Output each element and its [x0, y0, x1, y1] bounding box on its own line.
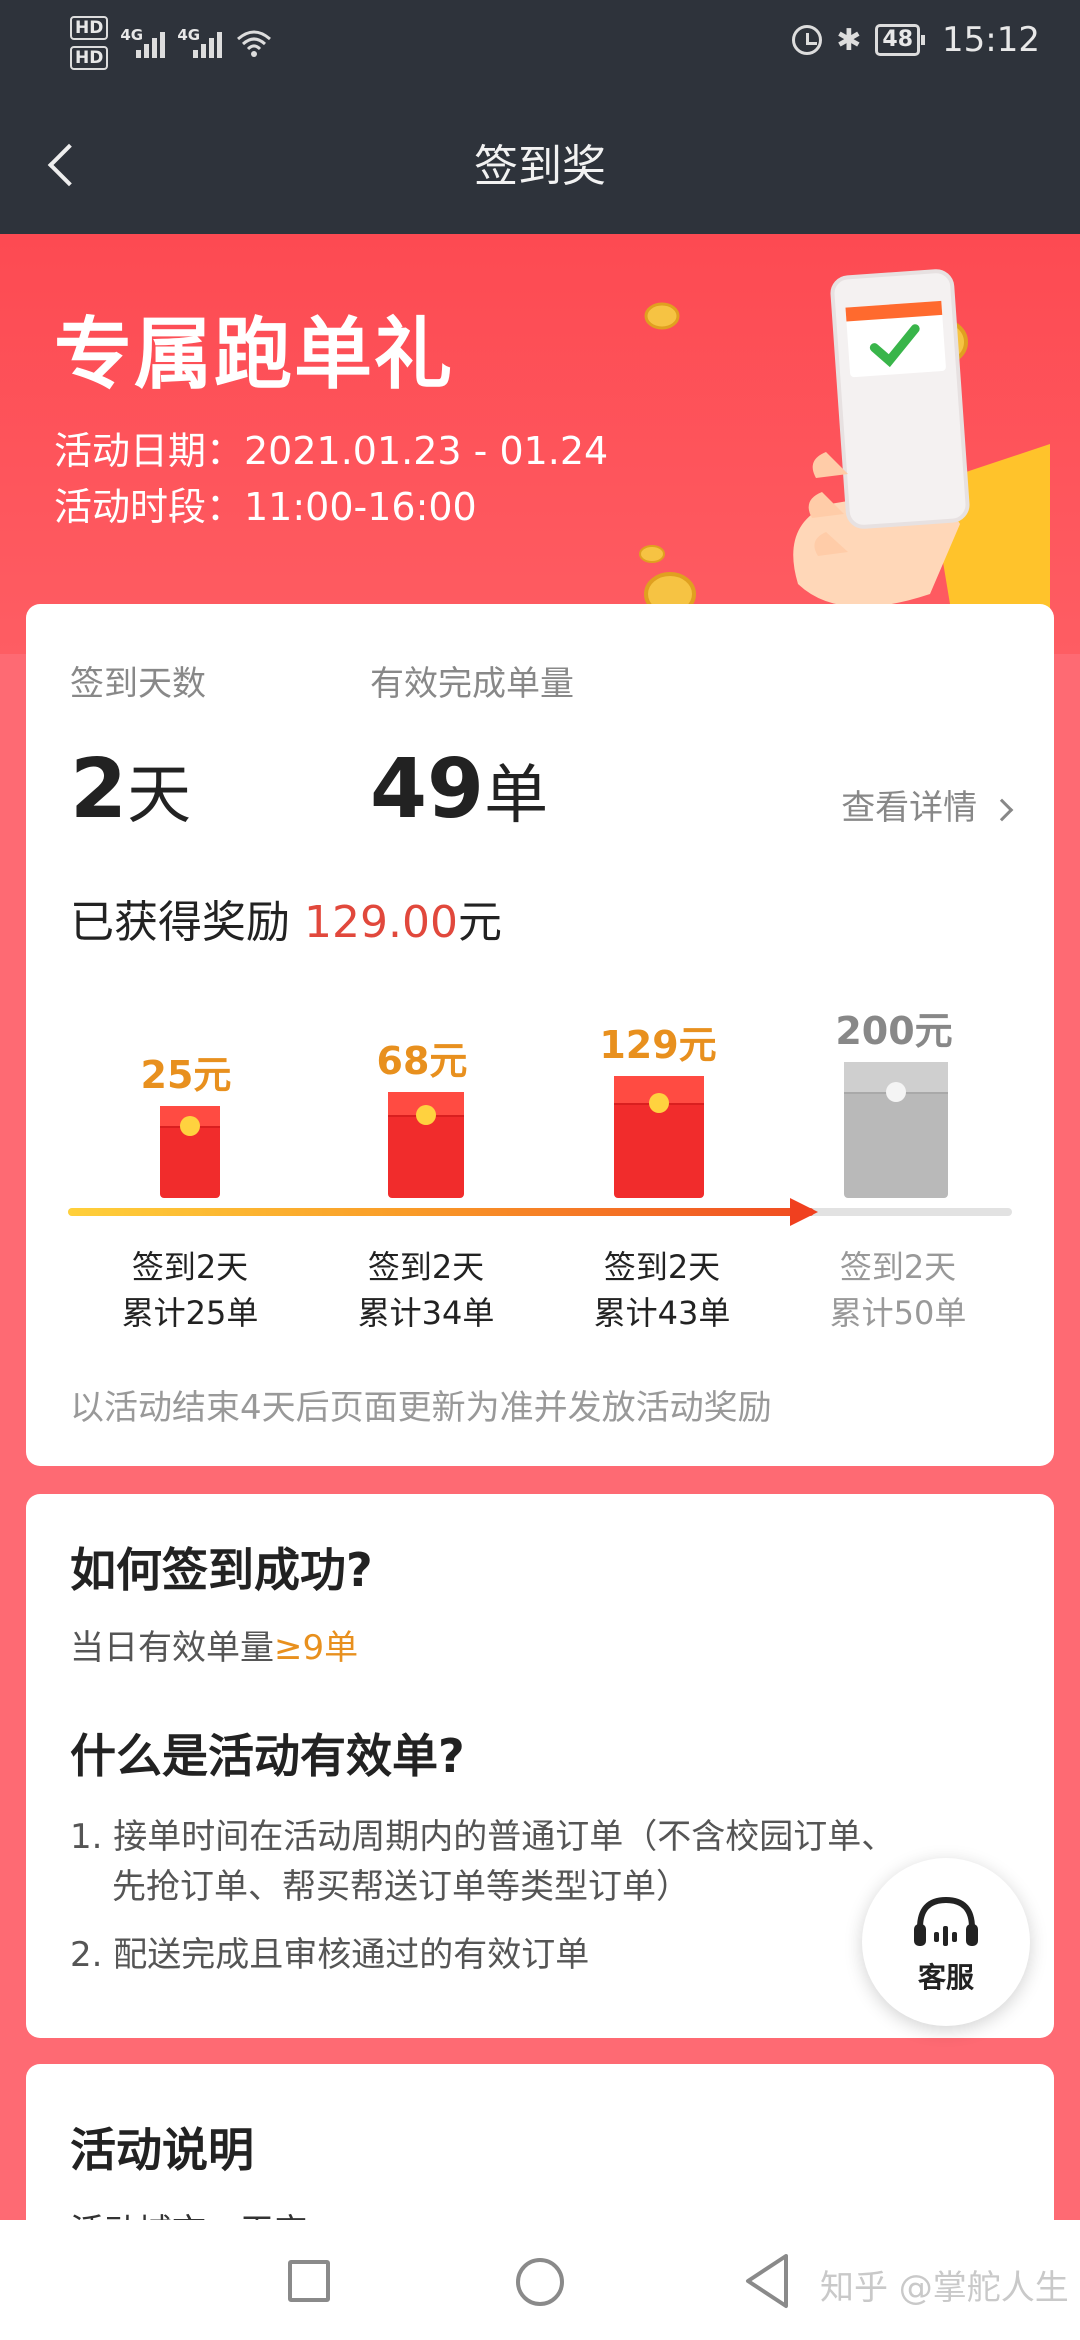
earned-reward-amount: 129.00: [304, 897, 458, 948]
tier-2-orders: 累计34单: [357, 1294, 495, 1332]
tier-1-red-packet-icon: [160, 1106, 220, 1198]
view-details-link[interactable]: 查看详情: [841, 780, 1014, 829]
clock-time: 15:12: [942, 20, 1040, 60]
hd-voice-indicator-1: HD: [70, 16, 109, 40]
activity-description-title: 活动说明: [70, 2123, 254, 2177]
tier-3-orders: 累计43单: [593, 1294, 731, 1332]
battery-indicator: 48: [875, 24, 925, 56]
checkin-days-value: 2天: [70, 742, 191, 837]
valid-orders-number: 49: [370, 742, 485, 837]
reward-progress-fill: [68, 1208, 814, 1216]
network-type-label-2: 4G: [177, 26, 201, 44]
reward-update-note: 以活动结束4天后页面更新为准并发放活动奖励: [70, 1388, 772, 1428]
valid-order-rule-1-line-1: 1. 接单时间在活动周期内的普通订单（不含校园订单、: [70, 1817, 896, 1857]
chevron-right-icon: [990, 798, 1014, 821]
howto-text-prefix: 当日有效单量: [70, 1628, 274, 1668]
tier-2-amount: 68元: [376, 1039, 468, 1083]
tier-4-condition: 签到2天 累计50单: [778, 1244, 1018, 1336]
tier-2-red-packet-icon: [388, 1092, 464, 1198]
tier-4-red-packet-icon: [844, 1062, 948, 1198]
checkin-days-unit: 天: [127, 759, 192, 833]
network-type-label: 4G: [120, 26, 144, 44]
valid-order-rule-2: 2. 配送完成且审核通过的有效订单: [70, 1935, 590, 1975]
howto-threshold: ≥9单: [274, 1628, 359, 1668]
system-navigation-bar: 知乎 @掌舵人生: [0, 2220, 1080, 2340]
tier-4-orders: 累计50单: [829, 1294, 967, 1332]
valid-orders-label: 有效完成单量: [370, 664, 574, 704]
customer-service-label: 客服: [917, 1961, 974, 1994]
earned-reward-unit: 元: [457, 897, 502, 948]
promo-banner: 专属跑单礼 活动日期：2021.01.23 - 01.24 活动时段：11:00…: [0, 234, 1080, 654]
activity-date: 活动日期：2021.01.23 - 01.24: [54, 429, 609, 473]
tier-2-checkin: 签到2天: [367, 1248, 485, 1286]
tier-3-checkin: 签到2天: [603, 1248, 721, 1286]
tier-2-condition: 签到2天 累计34单: [306, 1244, 546, 1336]
tier-3-red-packet-icon: [614, 1076, 704, 1198]
valid-order-rule-1: 1. 接单时间在活动周期内的普通订单（不含校园订单、 先抢订单、帮买帮送订单等类…: [70, 1812, 970, 1912]
wifi-icon: [237, 30, 272, 57]
tier-1-checkin: 签到2天: [131, 1248, 249, 1286]
progress-arrow-icon: [789, 1198, 818, 1226]
home-icon[interactable]: [516, 2258, 564, 2306]
alarm-icon: [792, 25, 823, 55]
signal-strength-icon-2: 4G: [177, 26, 223, 58]
earned-reward: 已获得奖励 129.00元: [70, 886, 502, 950]
bluetooth-icon: ✱: [836, 22, 862, 58]
customer-service-button[interactable]: 客服: [862, 1858, 1030, 2026]
howto-text: 当日有效单量≥9单: [70, 1620, 358, 1669]
valid-orders-value: 49单: [370, 742, 548, 837]
valid-orders-unit: 单: [484, 759, 549, 833]
tier-4-checkin: 签到2天: [839, 1248, 957, 1286]
view-details-label: 查看详情: [841, 788, 978, 828]
tier-4-amount: 200元: [835, 1009, 953, 1053]
tier-1-orders: 累计25单: [121, 1294, 259, 1332]
navigation-bar: 签到奖: [0, 92, 1080, 234]
page-title: 签到奖: [474, 141, 606, 192]
reward-progress-track: [68, 1198, 1012, 1226]
tier-1-amount: 25元: [140, 1053, 232, 1097]
headset-icon: [914, 1896, 978, 1946]
howto-title: 如何签到成功?: [70, 1543, 373, 1597]
tier-3-condition: 签到2天 累计43单: [542, 1244, 782, 1336]
earned-reward-prefix: 已获得奖励: [70, 897, 290, 948]
promo-title: 专属跑单礼: [54, 310, 455, 400]
tier-1-condition: 签到2天 累计25单: [70, 1244, 310, 1336]
checkin-days-label: 签到天数: [70, 664, 206, 704]
valid-order-title: 什么是活动有效单?: [70, 1729, 465, 1783]
checkin-days-number: 2: [70, 742, 128, 837]
status-bar: HD HD 4G 4G ✱ 48 15:12: [0, 0, 1080, 92]
reward-progress-card: 签到天数 有效完成单量 2天 49单 查看详情 已获得奖励 129.00元 25…: [26, 604, 1054, 1466]
hd-voice-indicator-2: HD: [70, 46, 109, 70]
activity-time: 活动时段：11:00-16:00: [54, 485, 477, 529]
signal-strength-icon: 4G: [120, 26, 166, 58]
valid-order-rule-1-line-2: 先抢订单、帮买帮送订单等类型订单）: [112, 1867, 690, 1907]
phone-in-hand-illustration: [639, 269, 1050, 654]
recent-apps-icon[interactable]: [288, 2260, 330, 2302]
tier-3-amount: 129元: [599, 1023, 717, 1067]
back-triangle-icon[interactable]: [742, 2252, 792, 2310]
watermark-text: 知乎 @掌舵人生: [820, 2268, 1069, 2308]
